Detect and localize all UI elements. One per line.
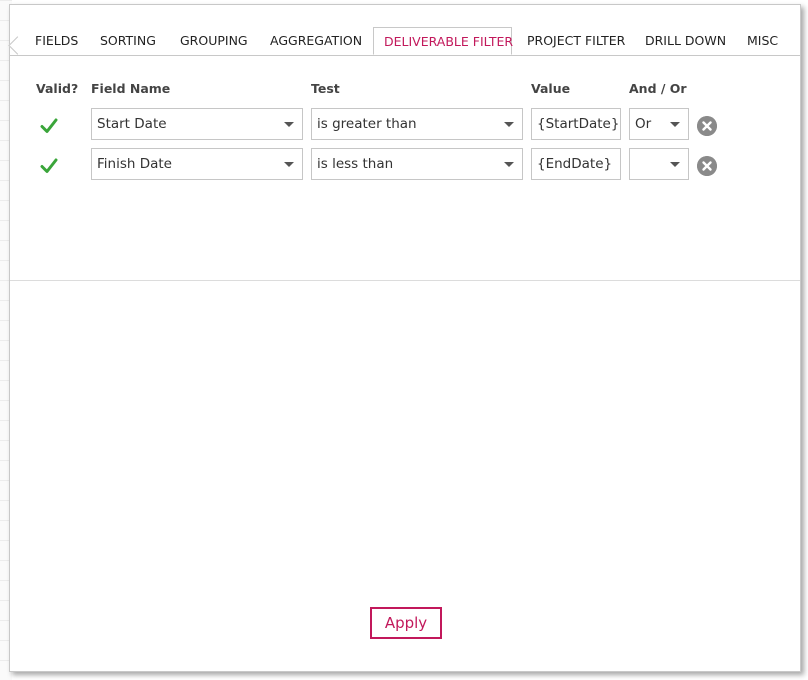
checkmark-icon	[40, 158, 58, 173]
tab-aggregation[interactable]: AGGREGATION	[270, 27, 362, 54]
field-name-select[interactable]: Finish Date	[91, 148, 303, 180]
field-name-value: Finish Date	[97, 156, 172, 172]
checkmark-icon	[40, 118, 58, 133]
close-circle-icon[interactable]	[697, 116, 717, 136]
filter-panel: FIELDS SORTING GROUPING AGGREGATION DELI…	[8, 4, 801, 672]
column-header-and-or: And / Or	[629, 81, 687, 96]
value-input[interactable]: {StartDate}	[531, 108, 621, 140]
caret-down-icon	[504, 122, 514, 127]
column-header-field-name: Field Name	[91, 81, 171, 96]
test-select[interactable]: is greater than	[311, 108, 523, 140]
caret-down-icon	[284, 162, 294, 167]
tab-fields[interactable]: FIELDS	[35, 27, 78, 54]
caret-down-icon	[670, 122, 680, 127]
apply-button[interactable]: Apply	[370, 607, 442, 639]
value-input[interactable]: {EndDate}	[531, 148, 621, 180]
tab-grouping[interactable]: GROUPING	[180, 27, 248, 54]
tab-misc[interactable]: MISC	[747, 27, 778, 54]
caret-down-icon	[504, 162, 514, 167]
column-header-test: Test	[311, 81, 340, 96]
test-value: is less than	[317, 156, 394, 172]
section-divider	[10, 280, 800, 281]
tab-sorting[interactable]: SORTING	[100, 27, 156, 54]
tab-deliverable-filter[interactable]: DELIVERABLE FILTER	[373, 27, 513, 55]
column-header-value: Value	[531, 81, 571, 96]
tab-drill-down[interactable]: DRILL DOWN	[645, 27, 726, 54]
caret-down-icon	[284, 122, 294, 127]
caret-down-icon	[670, 162, 680, 167]
test-select[interactable]: is less than	[311, 148, 523, 180]
tab-project-filter[interactable]: PROJECT FILTER	[527, 27, 625, 54]
tab-bar: FIELDS SORTING GROUPING AGGREGATION DELI…	[10, 27, 800, 56]
and-or-select[interactable]	[629, 148, 689, 180]
field-name-select[interactable]: Start Date	[91, 108, 303, 140]
column-header-valid: Valid?	[36, 81, 79, 96]
and-or-value: Or	[635, 116, 652, 132]
test-value: is greater than	[317, 116, 417, 132]
close-circle-icon[interactable]	[697, 156, 717, 176]
field-name-value: Start Date	[97, 116, 167, 132]
and-or-select[interactable]: Or	[629, 108, 689, 140]
